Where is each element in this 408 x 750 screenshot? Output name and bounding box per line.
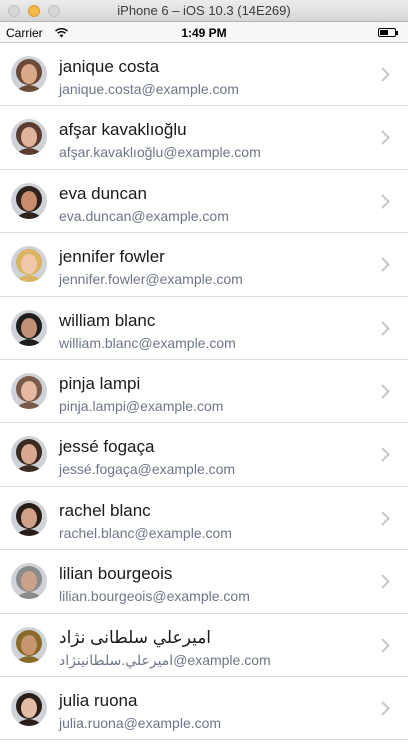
contact-email: اميرعلي.سلطانينژاد@example.com	[59, 651, 271, 668]
battery-icon	[378, 28, 398, 37]
chevron-right-icon	[381, 701, 390, 721]
contact-row[interactable]: eva duncan eva.duncan@example.com	[0, 170, 408, 234]
contact-row[interactable]: rachel blanc rachel.blanc@example.com	[0, 487, 408, 551]
contact-row[interactable]: julia ruona julia.ruona@example.com	[0, 677, 408, 741]
contact-row[interactable]: william blanc william.blanc@example.com	[0, 297, 408, 360]
avatar	[11, 246, 47, 283]
contact-row[interactable]: اميرعلي سلطانی نژاد اميرعلي.سلطانينژاد@ex…	[0, 614, 408, 677]
avatar	[11, 372, 47, 409]
contact-email: afşar.kavaklıoğlu@example.com	[59, 144, 261, 161]
contact-name: janique costa	[59, 57, 160, 76]
chevron-right-icon	[381, 321, 390, 341]
contact-email: jessé.fogaça@example.com	[59, 461, 236, 478]
chevron-right-icon	[381, 194, 390, 214]
contact-name: lilian bourgeois	[59, 564, 173, 584]
chevron-right-icon	[381, 574, 390, 594]
contact-email: rachel.blanc@example.com	[59, 524, 232, 541]
chevron-right-icon	[381, 257, 390, 277]
avatar	[11, 626, 47, 663]
avatar	[11, 119, 47, 156]
avatar	[11, 689, 47, 726]
contact-row[interactable]: janique costa janique.costa@example.com	[0, 43, 408, 107]
contact-name: julia ruona	[59, 690, 138, 710]
chevron-right-icon	[381, 511, 390, 531]
contact-email: william.blanc@example.com	[59, 334, 236, 351]
chevron-right-icon	[381, 67, 390, 87]
status-bar: Carrier 1:49 PM	[0, 22, 408, 43]
simulator-title-bar: iPhone 6 – iOS 10.3 (14E269)	[0, 0, 408, 22]
window-title: iPhone 6 – iOS 10.3 (14E269)	[117, 3, 291, 18]
contact-row[interactable]: afşar kavaklıoğlu afşar.kavaklıoğlu@examp…	[0, 106, 408, 170]
contact-name: william blanc	[59, 310, 156, 330]
contact-row[interactable]: lilian bourgeois lilian.bourgeois@example…	[0, 550, 408, 614]
contact-email: julia.ruona@example.com	[59, 714, 222, 731]
contact-email: pinja.lampi@example.com	[59, 397, 224, 414]
contact-name: اميرعلي سلطانی نژاد	[59, 627, 212, 647]
contact-row[interactable]: jessé fogaça jessé.fogaça@example.com	[0, 423, 408, 487]
contact-name: eva duncan	[59, 183, 147, 203]
contact-row[interactable]: jennifer fowler jennifer.fowler@example.c…	[0, 233, 408, 297]
avatar	[11, 436, 47, 473]
contact-email: janique.costa@example.com	[59, 81, 239, 97]
contact-name: jennifer fowler	[59, 247, 165, 267]
contact-email: jennifer.fowler@example.com	[59, 271, 243, 288]
contact-email: lilian.bourgeois@example.com	[59, 588, 250, 605]
contact-row[interactable]: pinja lampi pinja.lampi@example.com	[0, 360, 408, 424]
contact-name: afşar kavaklıoğlu	[59, 120, 187, 140]
avatar	[11, 182, 47, 219]
chevron-right-icon	[381, 130, 390, 150]
chevron-right-icon	[381, 447, 390, 467]
chevron-right-icon	[381, 638, 390, 658]
chevron-right-icon	[381, 384, 390, 404]
contact-email: eva.duncan@example.com	[59, 207, 229, 224]
contact-name: rachel blanc	[59, 500, 151, 520]
avatar	[11, 563, 47, 600]
avatar	[11, 56, 47, 92]
contact-list: janique costa janique.costa@example.com af…	[0, 43, 408, 741]
avatar	[11, 309, 47, 346]
contact-name: pinja lampi	[59, 373, 141, 393]
status-time: 1:49 PM	[181, 26, 227, 40]
avatar	[11, 499, 47, 536]
contact-name: jessé fogaça	[59, 437, 155, 457]
